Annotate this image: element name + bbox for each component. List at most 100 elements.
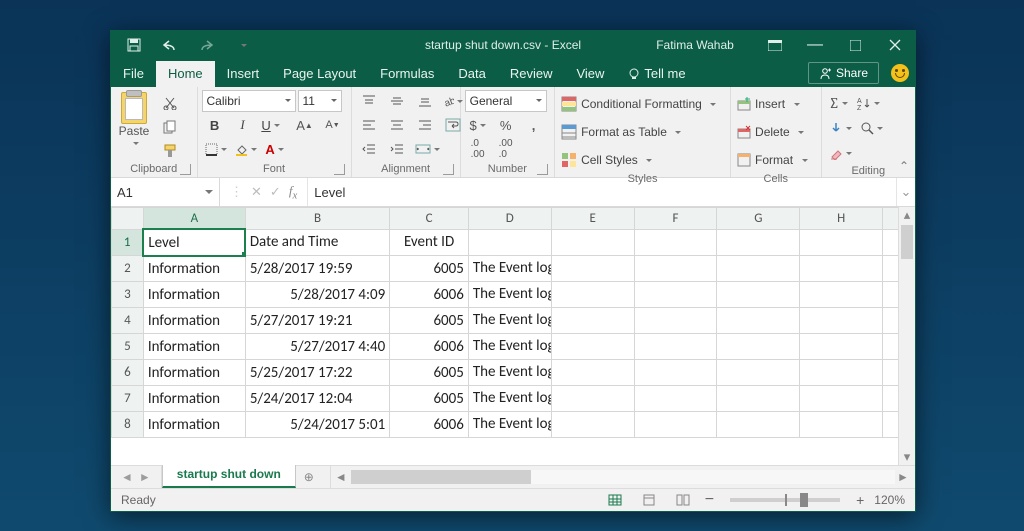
font-size-combo[interactable]: 11: [298, 90, 342, 112]
cell[interactable]: Information: [143, 308, 245, 334]
row-header[interactable]: 4: [112, 308, 144, 334]
cell[interactable]: 5/25/2017 17:22: [245, 360, 389, 386]
cell-C1[interactable]: Event ID: [390, 229, 469, 256]
alignment-launcher-icon[interactable]: [443, 164, 454, 175]
font-color-button[interactable]: A: [262, 138, 288, 160]
clipboard-launcher-icon[interactable]: [180, 164, 191, 175]
cell[interactable]: The Event log service was started.: [468, 308, 551, 334]
border-button[interactable]: [202, 138, 230, 160]
comma-format-icon[interactable]: ,: [521, 114, 547, 136]
cell-styles-button[interactable]: Cell Styles: [559, 148, 720, 172]
cell[interactable]: The Event log service was started.: [468, 386, 551, 412]
cell[interactable]: 6006: [390, 412, 469, 438]
cell[interactable]: 6005: [390, 308, 469, 334]
table-row[interactable]: 1LevelDate and TimeEvent ID: [112, 229, 915, 256]
worksheet-grid[interactable]: A B C D E F G H 1LevelDate and TimeEvent…: [111, 207, 915, 465]
cell[interactable]: 5/27/2017 19:21: [245, 308, 389, 334]
table-row[interactable]: 3Information5/28/2017 4:096006The Event …: [112, 282, 915, 308]
tab-file[interactable]: File: [111, 61, 156, 87]
zoom-level[interactable]: 120%: [874, 493, 905, 507]
align-bottom-icon[interactable]: [412, 90, 438, 112]
sheet-nav-prev-icon[interactable]: ◄: [121, 470, 133, 484]
normal-view-icon[interactable]: [603, 491, 627, 509]
cancel-formula-icon[interactable]: ✕: [251, 184, 262, 200]
paste-button[interactable]: Paste: [115, 90, 153, 162]
table-row[interactable]: 7Information5/24/2017 12:046005The Event…: [112, 386, 915, 412]
cut-icon[interactable]: [157, 92, 183, 114]
feedback-smiley-icon[interactable]: [891, 64, 909, 82]
page-layout-view-icon[interactable]: [637, 491, 661, 509]
account-name[interactable]: Fatima Wahab: [635, 38, 755, 52]
name-box[interactable]: A1: [111, 178, 220, 206]
col-header-C[interactable]: C: [390, 208, 469, 230]
align-top-icon[interactable]: [356, 90, 382, 112]
col-header-B[interactable]: B: [245, 208, 389, 230]
zoom-in-button[interactable]: +: [856, 497, 864, 504]
tab-page-layout[interactable]: Page Layout: [271, 61, 368, 87]
col-header-H[interactable]: H: [800, 208, 883, 230]
cell-B1[interactable]: Date and Time: [245, 229, 389, 256]
new-sheet-button[interactable]: ⊕: [296, 466, 322, 488]
cell[interactable]: The Event log service was started.: [468, 360, 551, 386]
delete-cells-button[interactable]: Delete: [735, 120, 811, 144]
fx-icon[interactable]: fx: [289, 183, 297, 202]
cell[interactable]: 5/27/2017 4:40: [245, 334, 389, 360]
tell-me[interactable]: Tell me: [616, 61, 697, 87]
cell[interactable]: 5/28/2017 19:59: [245, 256, 389, 282]
col-header-A[interactable]: A: [143, 208, 245, 230]
table-row[interactable]: 4Information5/27/2017 19:216005The Event…: [112, 308, 915, 334]
font-name-combo[interactable]: Calibri: [202, 90, 296, 112]
enter-formula-icon[interactable]: ✓: [270, 184, 281, 200]
cell[interactable]: Information: [143, 360, 245, 386]
column-headers[interactable]: A B C D E F G H: [112, 208, 915, 230]
accounting-format-icon[interactable]: $: [465, 114, 491, 136]
cell[interactable]: The Event log service was stopped.: [468, 282, 551, 308]
format-cells-button[interactable]: Format: [735, 148, 811, 172]
expand-formula-bar-icon[interactable]: ⌄: [896, 178, 915, 206]
cell[interactable]: Information: [143, 334, 245, 360]
cell[interactable]: The Event log service was stopped.: [468, 412, 551, 438]
cell[interactable]: Information: [143, 412, 245, 438]
minimize-button[interactable]: —: [795, 31, 835, 59]
zoom-out-button[interactable]: −: [705, 496, 714, 504]
cell[interactable]: 6005: [390, 386, 469, 412]
fill-color-button[interactable]: [232, 138, 260, 160]
col-header-D[interactable]: D: [468, 208, 551, 230]
format-as-table-button[interactable]: Format as Table: [559, 120, 720, 144]
cell[interactable]: The Event log service was started.: [468, 256, 551, 282]
cell[interactable]: 6006: [390, 282, 469, 308]
underline-button[interactable]: U: [258, 114, 284, 136]
row-header[interactable]: 1: [112, 229, 144, 256]
cell[interactable]: Information: [143, 282, 245, 308]
col-header-E[interactable]: E: [551, 208, 634, 230]
align-left-icon[interactable]: [356, 114, 382, 136]
autosum-button[interactable]: ∑: [826, 92, 852, 114]
decrease-indent-icon[interactable]: [356, 138, 382, 160]
formula-bar[interactable]: Level: [308, 178, 896, 206]
horizontal-scrollbar[interactable]: ◄ ►: [330, 466, 915, 488]
sort-filter-button[interactable]: AZ: [854, 92, 883, 114]
cell[interactable]: 6005: [390, 360, 469, 386]
ribbon-display-icon[interactable]: [755, 31, 795, 59]
decrease-font-icon[interactable]: A▼: [320, 114, 346, 136]
merge-center-icon[interactable]: [412, 138, 443, 160]
sheet-nav-next-icon[interactable]: ►: [139, 470, 151, 484]
copy-icon[interactable]: [157, 116, 183, 138]
increase-font-icon[interactable]: A▲: [292, 114, 318, 136]
vertical-scrollbar[interactable]: ▴ ▾: [898, 207, 915, 465]
undo-icon[interactable]: [157, 34, 183, 56]
find-select-button[interactable]: [857, 117, 886, 139]
clear-button[interactable]: [826, 142, 855, 164]
cell[interactable]: The Event log service was stopped.: [468, 334, 551, 360]
tab-data[interactable]: Data: [446, 61, 497, 87]
align-middle-icon[interactable]: [384, 90, 410, 112]
share-button[interactable]: Share: [808, 62, 879, 84]
tab-view[interactable]: View: [564, 61, 616, 87]
row-header[interactable]: 3: [112, 282, 144, 308]
increase-decimal-icon[interactable]: .0.00: [465, 138, 491, 160]
table-row[interactable]: 8Information5/24/2017 5:016006The Event …: [112, 412, 915, 438]
align-center-icon[interactable]: [384, 114, 410, 136]
row-header[interactable]: 8: [112, 412, 144, 438]
save-icon[interactable]: [121, 34, 147, 56]
conditional-formatting-button[interactable]: Conditional Formatting: [559, 92, 720, 116]
